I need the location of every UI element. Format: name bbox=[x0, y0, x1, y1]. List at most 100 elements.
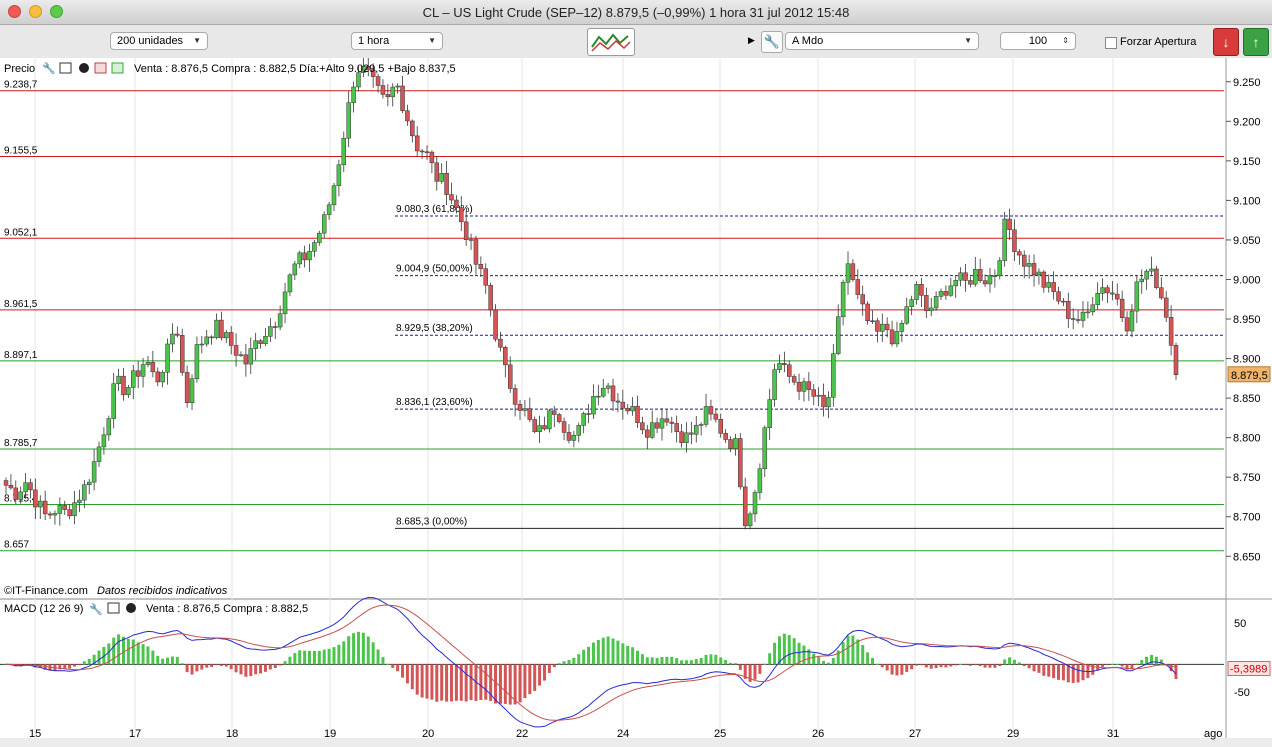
window-icon[interactable] bbox=[107, 602, 120, 614]
sell-button[interactable]: ↓ bbox=[1213, 28, 1239, 56]
macd-histogram-bar bbox=[420, 664, 424, 698]
candle-body bbox=[1115, 293, 1120, 300]
window-icon[interactable] bbox=[59, 62, 72, 74]
candle-body bbox=[380, 85, 386, 95]
macd-histogram-bar bbox=[518, 664, 522, 703]
candle-body bbox=[439, 172, 444, 182]
macd-histogram-bar bbox=[136, 642, 140, 665]
candle-body bbox=[1124, 317, 1130, 332]
candle-body bbox=[18, 491, 23, 500]
macd-histogram-bar bbox=[1057, 664, 1061, 680]
force-open-label: Forzar Apertura bbox=[1120, 36, 1197, 48]
macd-histogram-bar bbox=[278, 664, 282, 666]
chart-type-button[interactable] bbox=[587, 28, 635, 56]
candle-body bbox=[733, 438, 738, 449]
wrench-icon[interactable]: 🔧 bbox=[89, 602, 103, 616]
candle-body bbox=[738, 438, 743, 488]
candle-body bbox=[924, 295, 929, 312]
candle-body bbox=[552, 410, 557, 415]
candle-body bbox=[752, 492, 758, 515]
quantity-stepper[interactable]: 100 ⇕ bbox=[1000, 32, 1076, 50]
macd-histogram-bar bbox=[352, 633, 356, 665]
macd-histogram-bar bbox=[680, 660, 684, 665]
close-icon[interactable] bbox=[126, 603, 136, 613]
market-type-select[interactable]: A Mdo ▼ bbox=[785, 32, 979, 50]
macd-histogram-bar bbox=[268, 664, 272, 670]
macd-histogram-bar bbox=[1120, 664, 1124, 667]
macd-histogram-bar bbox=[396, 664, 400, 672]
macd-histogram-bar bbox=[880, 664, 884, 668]
macd-histogram-bar bbox=[631, 647, 635, 665]
macd-histogram-bar bbox=[484, 664, 488, 700]
candle-body bbox=[1026, 263, 1032, 267]
candle-body bbox=[561, 421, 567, 433]
candle-body bbox=[224, 332, 229, 339]
macd-histogram-bar bbox=[528, 664, 532, 695]
candle-body bbox=[615, 400, 621, 403]
macd-histogram-bar bbox=[1027, 664, 1031, 669]
candle-body bbox=[919, 284, 924, 296]
chevron-down-icon: ▼ bbox=[193, 36, 201, 45]
close-icon[interactable] bbox=[79, 63, 89, 73]
macd-histogram-bar bbox=[386, 663, 390, 665]
candle-body bbox=[72, 502, 77, 517]
period-select[interactable]: 1 hora ▼ bbox=[351, 32, 443, 50]
candle-body bbox=[787, 364, 792, 377]
macd-histogram-bar bbox=[254, 664, 258, 675]
y-tick-label: 8.800 bbox=[1233, 433, 1261, 445]
candle-body bbox=[1110, 292, 1115, 295]
title-bar: CL – US Light Crude (SEP–12) 8.879,5 (–0… bbox=[0, 0, 1272, 25]
macd-histogram-bar bbox=[391, 664, 395, 668]
macd-histogram-bar bbox=[650, 657, 654, 665]
candle-body bbox=[933, 296, 939, 309]
macd-histogram-bar bbox=[1081, 664, 1085, 681]
market-type-value: A Mdo bbox=[792, 35, 824, 47]
candle-body bbox=[943, 291, 949, 296]
candle-body bbox=[150, 362, 156, 373]
macd-histogram-bar bbox=[846, 635, 850, 665]
units-select[interactable]: 200 unidades ▼ bbox=[110, 32, 208, 50]
macd-histogram-bar bbox=[699, 657, 703, 665]
candle-body bbox=[1090, 304, 1096, 313]
wrench-icon[interactable]: 🔧 bbox=[42, 61, 56, 75]
macd-histogram-bar bbox=[185, 664, 189, 673]
chevron-down-icon: ▼ bbox=[428, 36, 436, 45]
wrench-icon[interactable]: 🔧 bbox=[761, 31, 783, 53]
price-panel-label: Precio bbox=[4, 63, 35, 75]
candle-body bbox=[1095, 293, 1100, 306]
move-down-icon[interactable] bbox=[94, 62, 107, 74]
candle-body bbox=[757, 468, 763, 493]
macd-histogram-bar bbox=[73, 664, 77, 667]
candle-body bbox=[997, 260, 1003, 276]
candle-body bbox=[537, 425, 542, 433]
move-up-icon[interactable] bbox=[111, 62, 124, 74]
expand-arrow-icon[interactable]: ▶ bbox=[748, 35, 755, 46]
candle-body bbox=[405, 110, 410, 122]
macd-histogram-bar bbox=[817, 656, 821, 665]
macd-histogram-bar bbox=[591, 642, 595, 665]
candle-body bbox=[1002, 218, 1007, 261]
macd-histogram-bar bbox=[332, 647, 336, 665]
macd-histogram-bar bbox=[1032, 664, 1036, 672]
support-label: 8.897,1 bbox=[4, 350, 38, 361]
buy-button[interactable]: ↑ bbox=[1243, 28, 1269, 56]
macd-histogram-bar bbox=[508, 664, 512, 705]
candle-body bbox=[3, 480, 9, 486]
candle-body bbox=[1139, 278, 1144, 283]
macd-histogram-bar bbox=[552, 664, 556, 668]
candle-body bbox=[870, 320, 875, 323]
macd-histogram-bar bbox=[112, 637, 116, 665]
macd-histogram-bar bbox=[445, 664, 449, 702]
candle-body bbox=[395, 85, 400, 88]
force-open-checkbox[interactable] bbox=[1105, 37, 1117, 49]
macd-histogram-bar bbox=[562, 661, 566, 665]
macd-histogram-bar bbox=[205, 664, 209, 668]
candle-body bbox=[953, 280, 958, 287]
macd-histogram-bar bbox=[1115, 663, 1119, 665]
macd-histogram-bar bbox=[259, 664, 263, 674]
candle-body bbox=[821, 394, 826, 408]
candle-body bbox=[1036, 271, 1042, 275]
macd-histogram-bar bbox=[435, 664, 439, 702]
candle-body bbox=[478, 264, 484, 269]
macd-histogram-bar bbox=[636, 650, 640, 665]
